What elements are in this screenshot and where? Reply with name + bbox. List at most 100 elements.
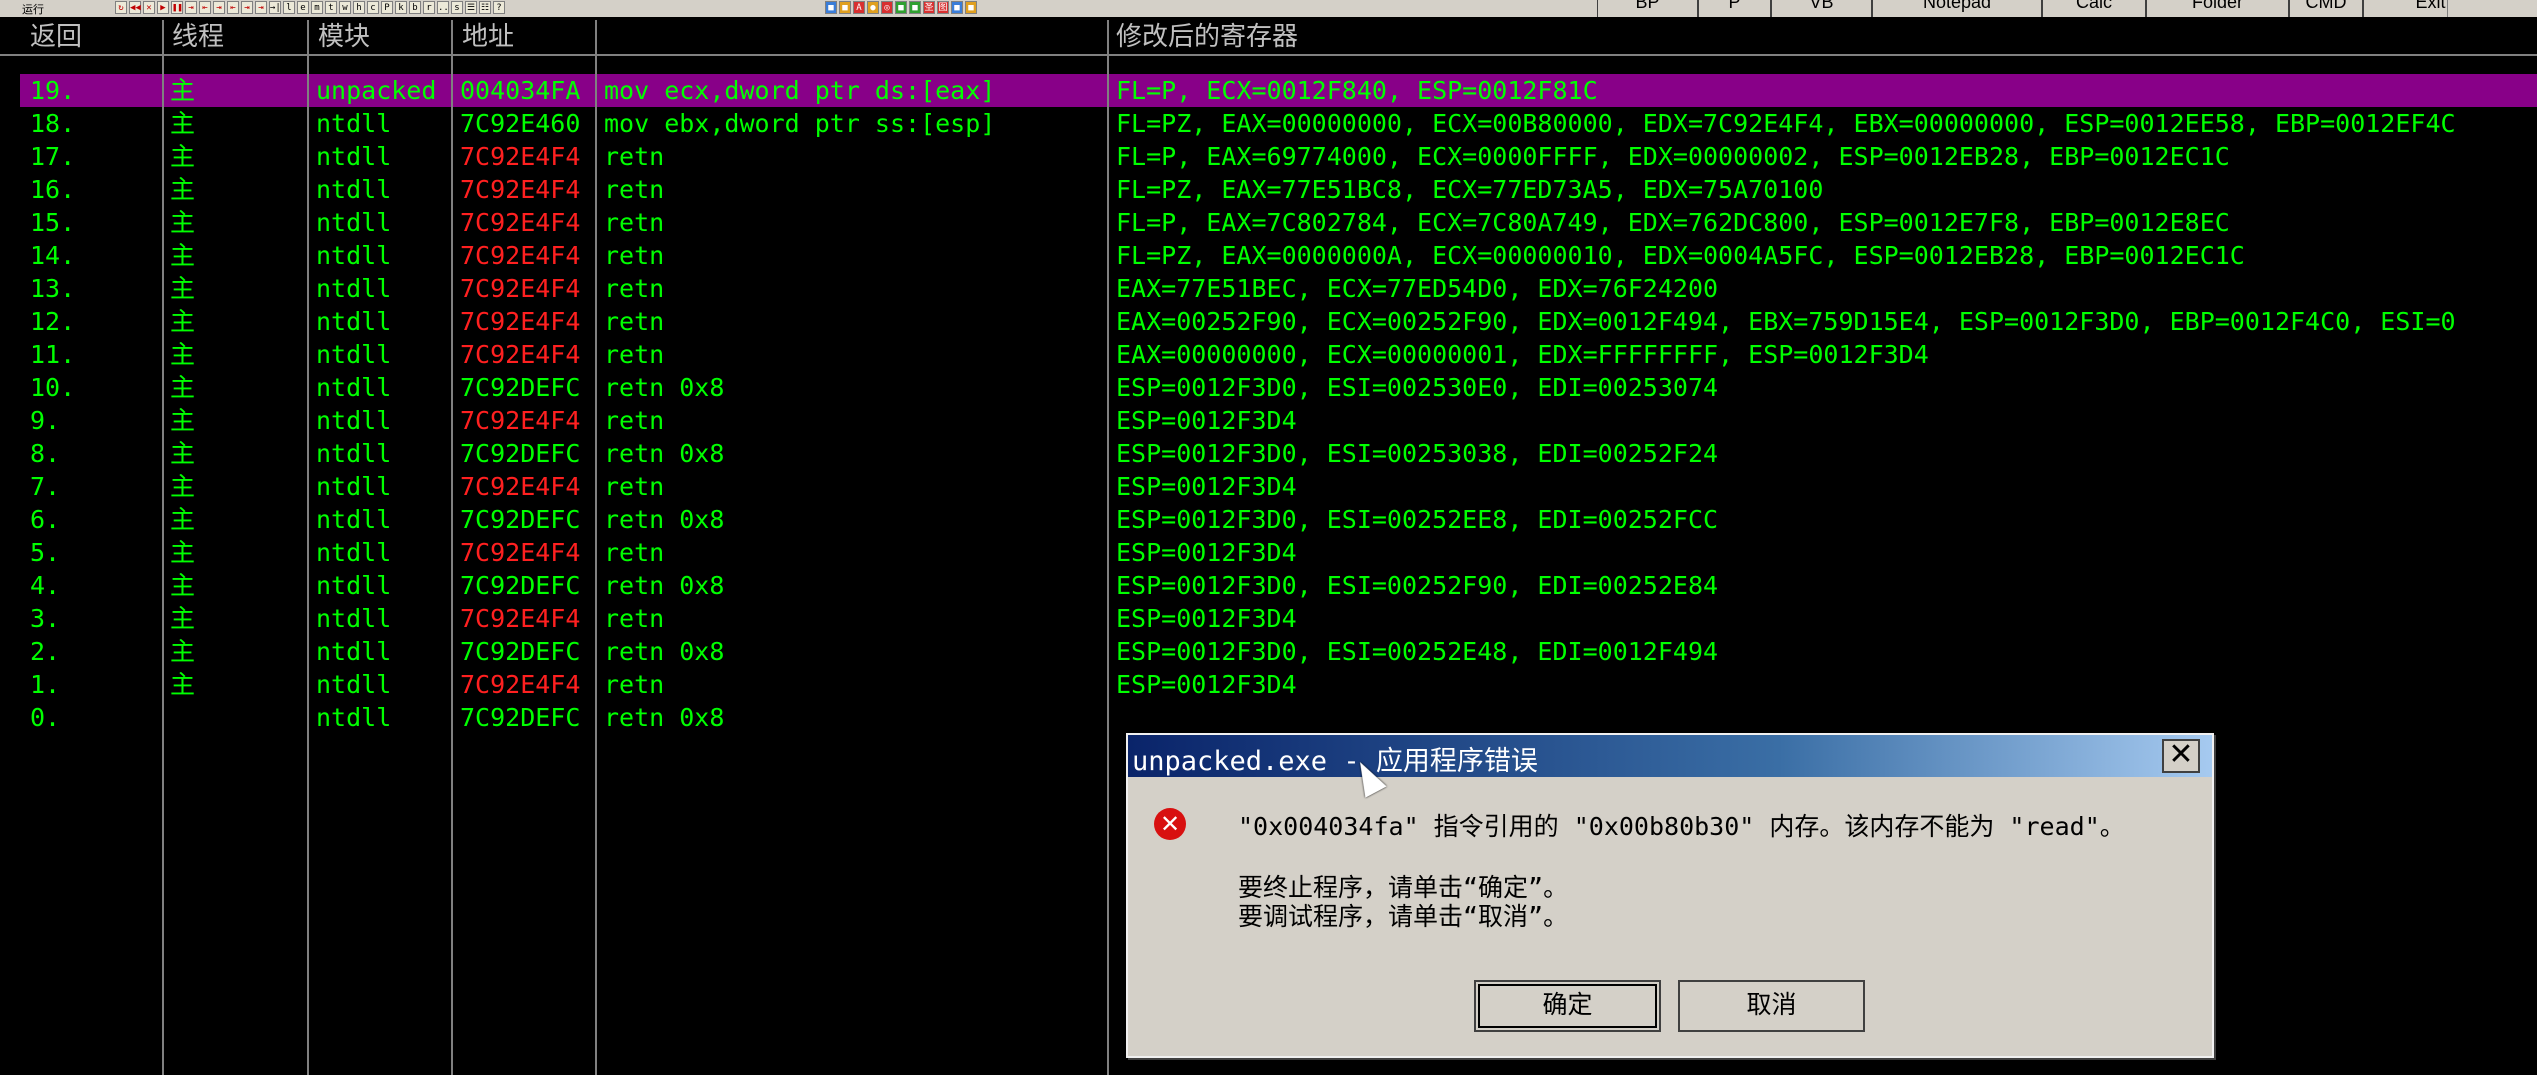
toolbar-icon[interactable]: →| [269, 1, 281, 14]
table-row[interactable]: 4. 主 ntdll 7C92DEFC retn 0x8 ESP=0012F3D0, ES… [20, 569, 2537, 602]
ok-button[interactable]: 确定 [1474, 980, 1661, 1032]
table-row[interactable]: 15. 主 ntdll 7C92E4F4 retn FL=P, EAX=7C802784,… [20, 206, 2537, 239]
toolbar-icon[interactable]: l [283, 1, 295, 14]
column-divider[interactable] [1107, 20, 1109, 1075]
table-row[interactable]: 6. 主 ntdll 7C92DEFC retn 0x8 ESP=0012F3D0, ES… [20, 503, 2537, 536]
toolbar-icon[interactable]: ⇤ [227, 1, 239, 14]
cell-instruction: retn [604, 274, 665, 303]
cell-module: ntdll [316, 241, 392, 270]
toolbar-button-vb[interactable]: VB [1771, 0, 1872, 17]
toolbar-icon[interactable]: ☷ [479, 1, 491, 14]
toolbar-icon[interactable]: ■ [965, 1, 977, 14]
toolbar-buttons: BP P VB Notepad Calc Folder CMD Exit [1597, 0, 2498, 17]
table-row[interactable]: 19. 主 unpacked 004034FA mov ecx,dword ptr ds… [20, 74, 2537, 107]
toolbar-icon[interactable]: ⇥ [185, 1, 197, 14]
cell-thread: 主 [170, 307, 196, 336]
column-divider[interactable] [451, 20, 453, 1075]
table-row[interactable]: 14. 主 ntdll 7C92E4F4 retn FL=PZ, EAX=0000000A… [20, 239, 2537, 272]
toolbar-icon[interactable]: r [423, 1, 435, 14]
toolbar-icon[interactable]: ■ [839, 1, 851, 14]
toolbar-button-cmd[interactable]: CMD [2289, 0, 2363, 17]
toolbar-icon[interactable]: h [353, 1, 365, 14]
column-divider[interactable] [307, 20, 309, 1075]
col-header-module[interactable]: 模块 [318, 20, 370, 54]
toolbar-icon[interactable]: c [367, 1, 379, 14]
toolbar-icon[interactable]: ... [437, 1, 454, 14]
toolbar-button-bp[interactable]: BP [1597, 0, 1698, 17]
close-button[interactable]: ✕ [2162, 739, 2200, 773]
toolbar-icon[interactable]: k [395, 1, 407, 14]
toolbar-icon[interactable]: b [409, 1, 421, 14]
toolbar-icon[interactable]: ◎ [881, 1, 893, 14]
toolbar-icon[interactable]: ● [867, 1, 879, 14]
toolbar-icon[interactable]: ⇥ [213, 1, 225, 14]
toolbar-icon[interactable]: ❚❚ [171, 1, 183, 14]
toolbar-icon[interactable]: ⇥ [241, 1, 253, 14]
toolbar-icon[interactable]: ⇥ [255, 1, 267, 14]
table-row[interactable]: 2. 主 ntdll 7C92DEFC retn 0x8 ESP=0012F3D0, ES… [20, 635, 2537, 668]
dialog-titlebar[interactable]: unpacked.exe - 应用程序错误 ✕ [1128, 735, 2212, 777]
toolbar-icon[interactable]: ? [493, 1, 505, 14]
cell-return-index: 14. [30, 241, 76, 270]
toolbar-button-notepad[interactable]: Notepad [1872, 0, 2042, 17]
table-row[interactable]: 12. 主 ntdll 7C92E4F4 retn EAX=00252F90, ECX=0… [20, 305, 2537, 338]
toolbar-icon[interactable]: t [325, 1, 337, 14]
cell-registers [1116, 701, 2537, 734]
cell-module: ntdll [316, 142, 392, 171]
table-row[interactable]: 3. 主 ntdll 7C92E4F4 retn ESP=0012F3D4 [20, 602, 2537, 635]
col-header-address[interactable]: 地址 [462, 20, 514, 54]
cell-instruction: retn [604, 142, 665, 171]
toolbar-icon[interactable]: ⇤ [199, 1, 211, 14]
cell-address: 7C92DEFC [460, 505, 581, 534]
table-row[interactable]: 11. 主 ntdll 7C92E4F4 retn EAX=00000000, ECX=0… [20, 338, 2537, 371]
table-row[interactable]: 16. 主 ntdll 7C92E4F4 retn FL=PZ, EAX=77E51BC8… [20, 173, 2537, 206]
cell-instruction: retn [604, 208, 665, 237]
toolbar-icon[interactable]: e [297, 1, 309, 14]
table-row[interactable]: 18. 主 ntdll 7C92E460 mov ebx,dword ptr ss:[e… [20, 107, 2537, 140]
cell-address: 7C92DEFC [460, 571, 581, 600]
toolbar-icon[interactable]: 图 [937, 1, 949, 14]
cell-return-index: 10. [30, 373, 76, 402]
column-divider[interactable] [595, 20, 597, 1075]
cell-return-index: 15. [30, 208, 76, 237]
toolbar-icon[interactable]: ↻ [115, 1, 127, 14]
toolbar-icon[interactable]: ✕ [143, 1, 155, 14]
toolbar-icon[interactable]: P [381, 1, 393, 14]
toolbar-icon[interactable]: ■ [825, 1, 837, 14]
col-header-thread[interactable]: 线程 [172, 20, 224, 54]
table-header: 返回 线程 模块 地址 修改后的寄存器 [0, 20, 2537, 56]
table-row[interactable]: 13. 主 ntdll 7C92E4F4 retn EAX=77E51BEC, ECX=7… [20, 272, 2537, 305]
table-row[interactable]: 1. 主 ntdll 7C92E4F4 retn ESP=0012F3D4 [20, 668, 2537, 701]
table-row[interactable]: 0. ntdll 7C92DEFC retn 0x8 [20, 701, 2537, 734]
table-row[interactable]: 10. 主 ntdll 7C92DEFC retn 0x8 ESP=0012F3D0, E… [20, 371, 2537, 404]
table-row[interactable]: 5. 主 ntdll 7C92E4F4 retn ESP=0012F3D4 [20, 536, 2537, 569]
toolbar-icon[interactable]: m [311, 1, 323, 14]
table-row[interactable]: 17. 主 ntdll 7C92E4F4 retn FL=P, EAX=69774000,… [20, 140, 2537, 173]
toolbar-icon[interactable]: ☰ [465, 1, 477, 14]
col-header-registers[interactable]: 修改后的寄存器 [1116, 20, 1298, 54]
cell-thread: 主 [170, 604, 196, 633]
toolbar-button-p[interactable]: P [1698, 0, 1771, 17]
cancel-button[interactable]: 取消 [1678, 980, 1865, 1032]
toolbar-button-calc[interactable]: Calc [2042, 0, 2146, 17]
toolbar-icon[interactable]: A [853, 1, 865, 14]
cell-registers: FL=PZ, EAX=0000000A, ECX=00000010, EDX=0… [1116, 241, 2245, 270]
table-row[interactable]: 9. 主 ntdll 7C92E4F4 retn ESP=0012F3D4 [20, 404, 2537, 437]
table-row[interactable]: 7. 主 ntdll 7C92E4F4 retn ESP=0012F3D4 [20, 470, 2537, 503]
toolbar-icon[interactable]: s [451, 1, 463, 14]
toolbar-icon[interactable]: ■ [895, 1, 907, 14]
toolbar-icon[interactable]: ▶ [157, 1, 169, 14]
toolbar-icon[interactable]: ■ [909, 1, 921, 14]
cell-instruction: retn [604, 604, 665, 633]
table-row[interactable]: 8. 主 ntdll 7C92DEFC retn 0x8 ESP=0012F3D0, ES… [20, 437, 2537, 470]
toolbar-icon[interactable]: w [339, 1, 351, 14]
col-header-ret[interactable]: 返回 [30, 20, 82, 54]
toolbar-icon[interactable]: ◀◀ [129, 1, 141, 14]
cell-address: 7C92E4F4 [460, 472, 581, 501]
toolbar-icon[interactable]: ■ [951, 1, 963, 14]
toolbar-button-folder[interactable]: Folder [2146, 0, 2289, 17]
cell-module: ntdll [316, 175, 392, 204]
cell-thread: 主 [170, 208, 196, 237]
column-divider[interactable] [162, 20, 164, 1075]
toolbar-icon[interactable]: 圣 [923, 1, 935, 14]
